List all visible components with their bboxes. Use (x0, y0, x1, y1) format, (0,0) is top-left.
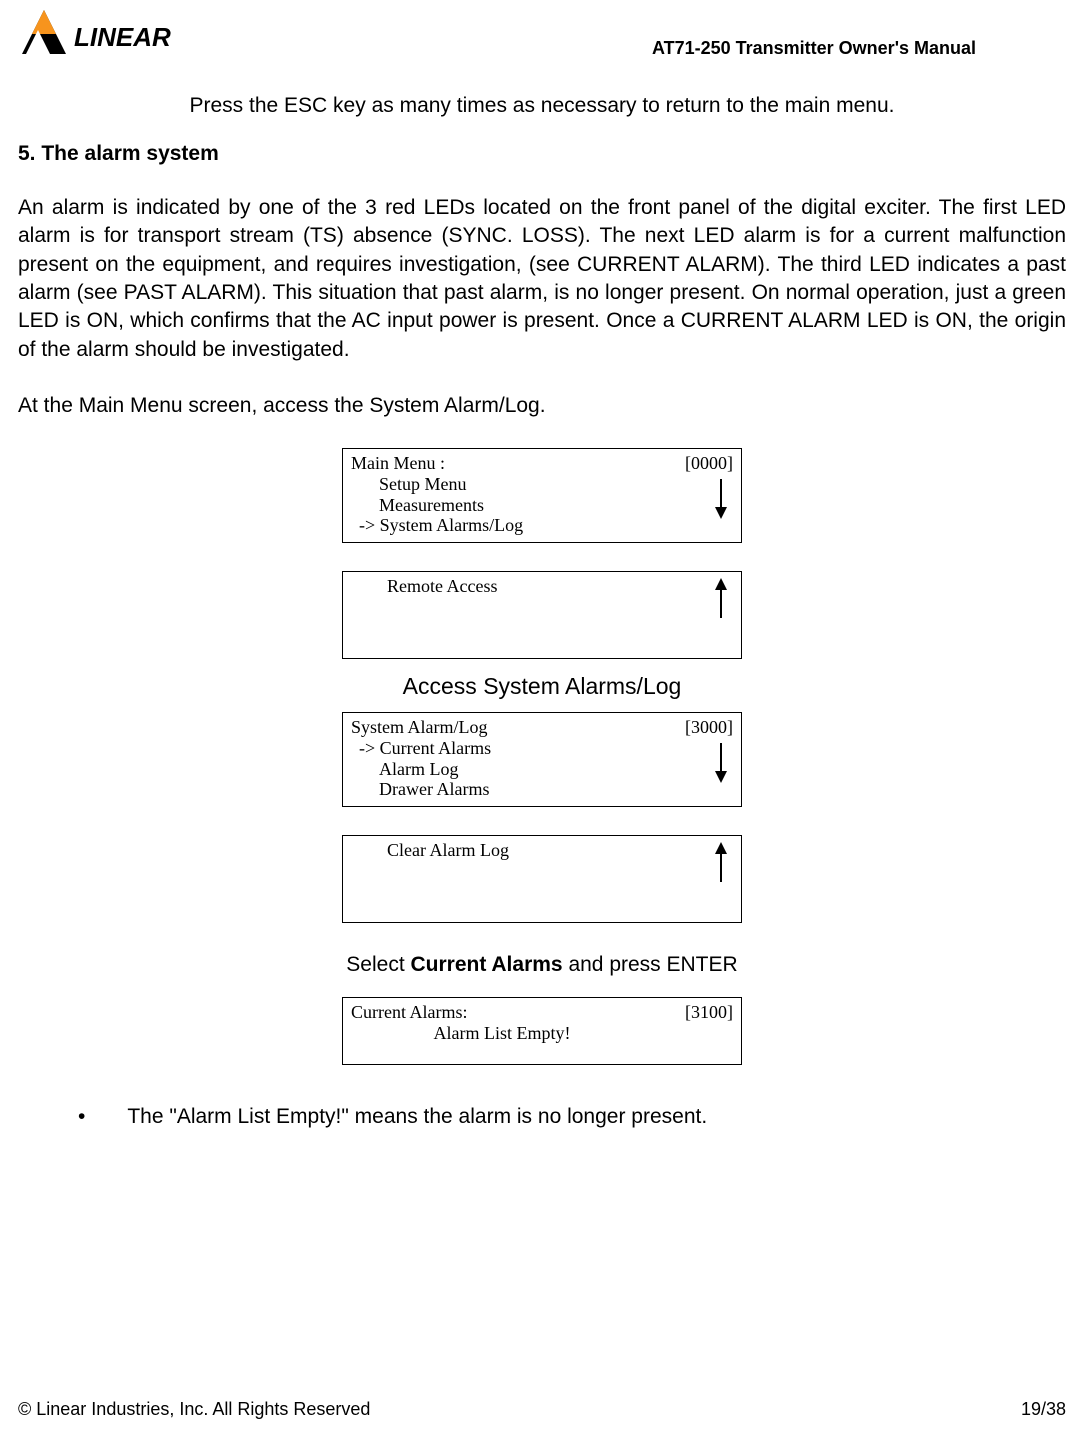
menu-cur-title: Current Alarms: (351, 1002, 467, 1023)
footer-copyright: © Linear Industries, Inc. All Rights Res… (18, 1399, 370, 1420)
brand-logo: LINEAR (18, 8, 198, 60)
menu-sys-cont-line: Clear Alarm Log (351, 840, 733, 861)
menu-main-item-0: Setup Menu (351, 474, 733, 495)
caption-select-pre: Select (346, 953, 410, 976)
menu-sys-code: [3000] (685, 717, 733, 738)
menu-main-item-1: Measurements (351, 495, 733, 516)
menu-cur-code: [3100] (685, 1002, 733, 1023)
arrow-down-icon (713, 741, 729, 783)
intro-text: Press the ESC key as many times as neces… (91, 94, 992, 118)
bullet-text: The "Alarm List Empty!" means the alarm … (127, 1105, 707, 1129)
page-header: LINEAR AT71-250 Transmitter Owner's Manu… (18, 0, 1066, 68)
menu-sys-item-0: -> Current Alarms (351, 738, 733, 759)
doc-title: AT71-250 Transmitter Owner's Manual (652, 38, 976, 59)
svg-text:LINEAR: LINEAR (74, 22, 171, 52)
menu-sys-item-1: Alarm Log (351, 759, 733, 780)
menu-box-system-alarm-cont: Clear Alarm Log (342, 835, 742, 923)
menu-sys-title: System Alarm/Log (351, 717, 488, 738)
menu-box-system-alarm: System Alarm/Log [3000] -> Current Alarm… (342, 712, 742, 807)
section-heading: 5. The alarm system (18, 142, 1066, 166)
caption-select-bold: Current Alarms (411, 953, 563, 976)
paragraph-1: An alarm is indicated by one of the 3 re… (18, 194, 1066, 364)
menu-box-current-alarms: Current Alarms: [3100] Alarm List Empty! (342, 997, 742, 1065)
linear-logo-icon: LINEAR (18, 8, 198, 60)
arrow-up-icon (713, 578, 729, 620)
caption-access: Access System Alarms/Log (332, 673, 752, 700)
bullet-dot-icon: • (78, 1106, 85, 1127)
menu-main-code: [0000] (685, 453, 733, 474)
bullet-item: • The "Alarm List Empty!" means the alar… (78, 1105, 1066, 1129)
menu-box-main-cont: Remote Access (342, 571, 742, 659)
menu-main-cont-line: Remote Access (351, 576, 733, 597)
menu-main-title: Main Menu : (351, 453, 445, 474)
menu-box-main: Main Menu : [0000] Setup Menu Measuremen… (342, 448, 742, 543)
menu-diagram-column: Main Menu : [0000] Setup Menu Measuremen… (332, 448, 752, 1065)
menu-cur-line: Alarm List Empty! (351, 1023, 733, 1044)
caption-select-post: and press ENTER (563, 953, 738, 976)
footer-page-number: 19/38 (1021, 1399, 1066, 1420)
menu-sys-item-2: Drawer Alarms (351, 779, 733, 800)
page-footer: © Linear Industries, Inc. All Rights Res… (18, 1399, 1066, 1420)
caption-select: Select Current Alarms and press ENTER (332, 953, 752, 977)
paragraph-2: At the Main Menu screen, access the Syst… (18, 392, 1066, 420)
arrow-down-icon (713, 477, 729, 519)
menu-main-item-2: -> System Alarms/Log (351, 515, 733, 536)
arrow-up-icon (713, 842, 729, 884)
